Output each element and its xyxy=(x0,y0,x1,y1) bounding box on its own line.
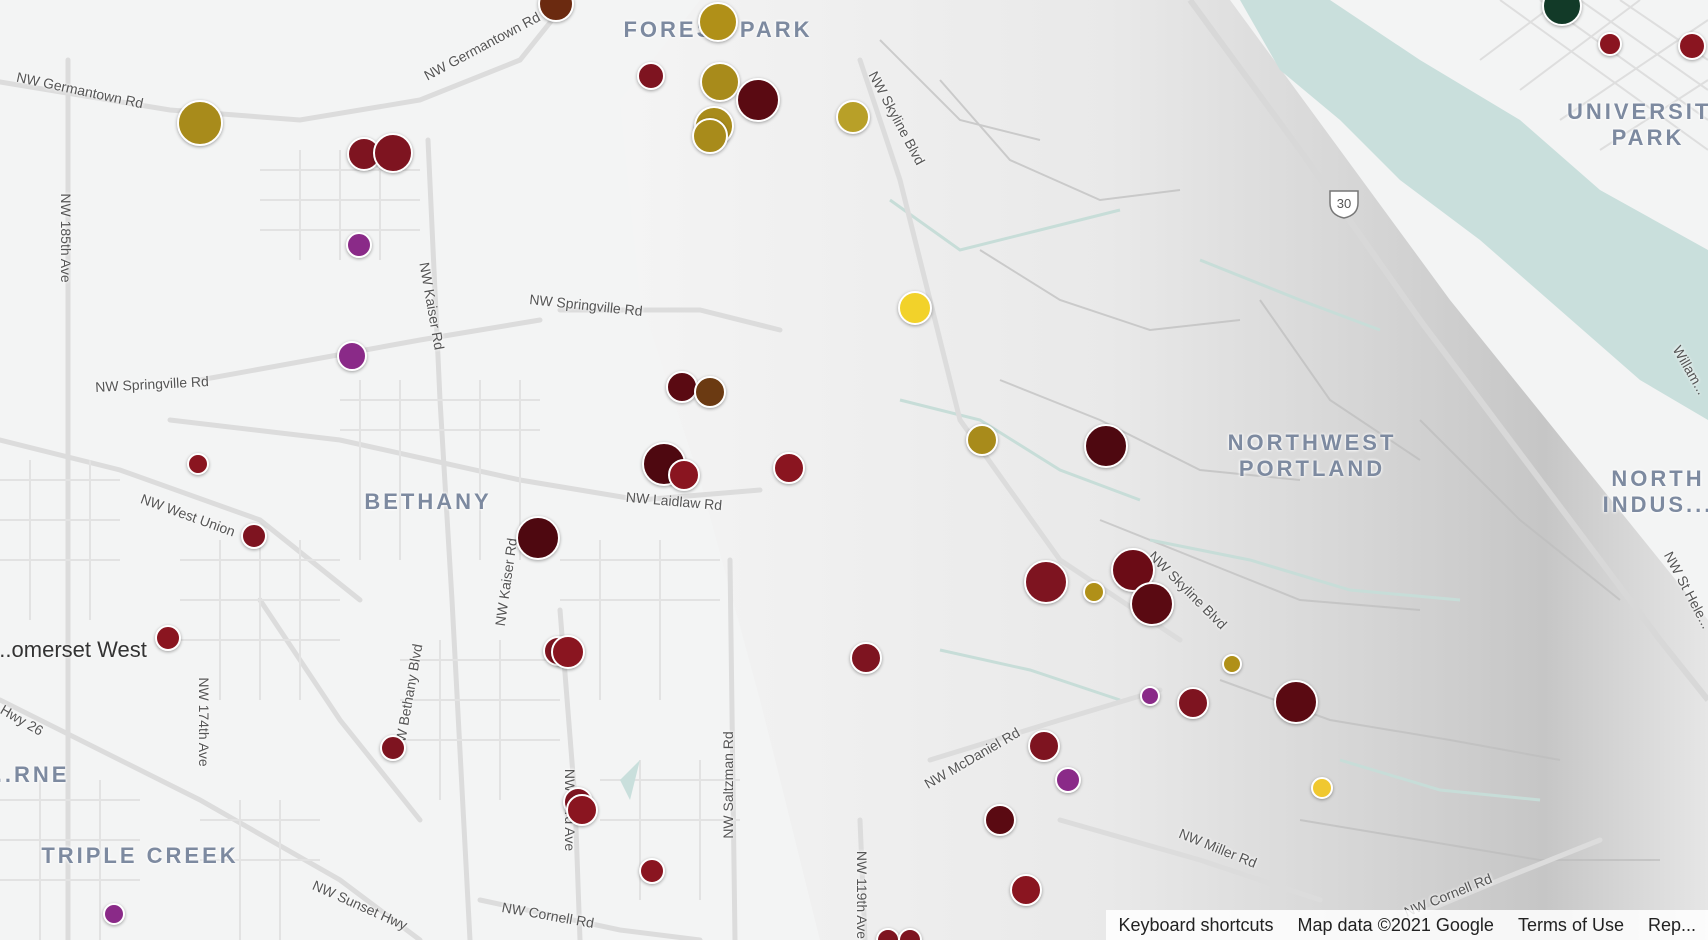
map-marker[interactable] xyxy=(551,635,585,669)
map-canvas[interactable]: NW Germantown Rd NW Germantown Rd NW Skyli… xyxy=(0,0,1708,940)
map-marker[interactable] xyxy=(984,804,1016,836)
terrain-basemap xyxy=(0,0,1708,940)
map-marker[interactable] xyxy=(639,858,665,884)
road-label-119th-ave: NW 119th Ave xyxy=(854,850,870,940)
map-marker[interactable] xyxy=(836,100,870,134)
map-marker[interactable] xyxy=(1177,687,1209,719)
map-marker[interactable] xyxy=(698,2,738,42)
area-label-bethany: BETHANY xyxy=(364,489,492,514)
map-marker[interactable] xyxy=(155,625,181,651)
map-marker[interactable] xyxy=(1010,874,1042,906)
road-label-174th-ave: NW 174th Ave xyxy=(196,677,212,767)
highway-number: 30 xyxy=(1336,196,1352,211)
map-marker[interactable] xyxy=(1084,424,1128,468)
place-label-somerset-west: ...omerset West xyxy=(0,637,147,662)
map-data-credit: Map data ©2021 Google xyxy=(1297,914,1494,935)
map-marker[interactable] xyxy=(1222,654,1242,674)
map-marker[interactable] xyxy=(380,735,406,761)
map-marker[interactable] xyxy=(773,452,805,484)
map-attribution-bar: Keyboard shortcuts Map data ©2021 Google… xyxy=(1106,910,1708,940)
map-marker[interactable] xyxy=(700,62,740,102)
map-marker[interactable] xyxy=(337,341,367,371)
area-label-university-park: UNIVERSITY PARK xyxy=(1566,99,1708,150)
map-marker[interactable] xyxy=(516,516,560,560)
report-error-link[interactable]: Rep... xyxy=(1636,915,1708,936)
map-marker[interactable] xyxy=(566,794,598,826)
map-marker[interactable] xyxy=(850,642,882,674)
map-marker[interactable] xyxy=(692,118,728,154)
area-label-orne: ...RNE xyxy=(0,762,70,787)
terms-of-use-link[interactable]: Terms of Use xyxy=(1506,915,1636,936)
map-marker[interactable] xyxy=(241,523,267,549)
us-highway-shield-icon: 30 xyxy=(1328,189,1360,219)
map-marker[interactable] xyxy=(694,376,726,408)
map-marker[interactable] xyxy=(1130,582,1174,626)
map-marker[interactable] xyxy=(637,62,665,90)
map-marker[interactable] xyxy=(373,133,413,173)
map-marker[interactable] xyxy=(1678,32,1706,60)
map-marker[interactable] xyxy=(103,903,125,925)
keyboard-shortcuts-link[interactable]: Keyboard shortcuts xyxy=(1106,915,1285,936)
map-marker[interactable] xyxy=(346,232,372,258)
map-marker[interactable] xyxy=(177,100,223,146)
area-label-triple-creek: TRIPLE CREEK xyxy=(41,843,239,868)
map-marker[interactable] xyxy=(898,291,932,325)
map-marker[interactable] xyxy=(1140,686,1160,706)
area-label-north-industrial: NORTH INDUS... xyxy=(1602,466,1708,517)
map-marker[interactable] xyxy=(1028,730,1060,762)
road-label-185th-ave: NW 185th Ave xyxy=(58,193,74,283)
map-marker[interactable] xyxy=(736,78,780,122)
map-marker[interactable] xyxy=(966,424,998,456)
map-marker[interactable] xyxy=(187,453,209,475)
road-label-saltzman-rd: NW Saltzman Rd xyxy=(720,731,736,839)
map-marker[interactable] xyxy=(666,371,698,403)
map-marker[interactable] xyxy=(1274,680,1318,724)
map-marker[interactable] xyxy=(1024,560,1068,604)
map-marker[interactable] xyxy=(1598,32,1622,56)
map-marker[interactable] xyxy=(1311,777,1333,799)
map-marker[interactable] xyxy=(668,459,700,491)
map-marker[interactable] xyxy=(1055,767,1081,793)
area-label-northwest-portland: NORTHWEST PORTLAND xyxy=(1227,430,1397,481)
map-marker[interactable] xyxy=(1083,581,1105,603)
